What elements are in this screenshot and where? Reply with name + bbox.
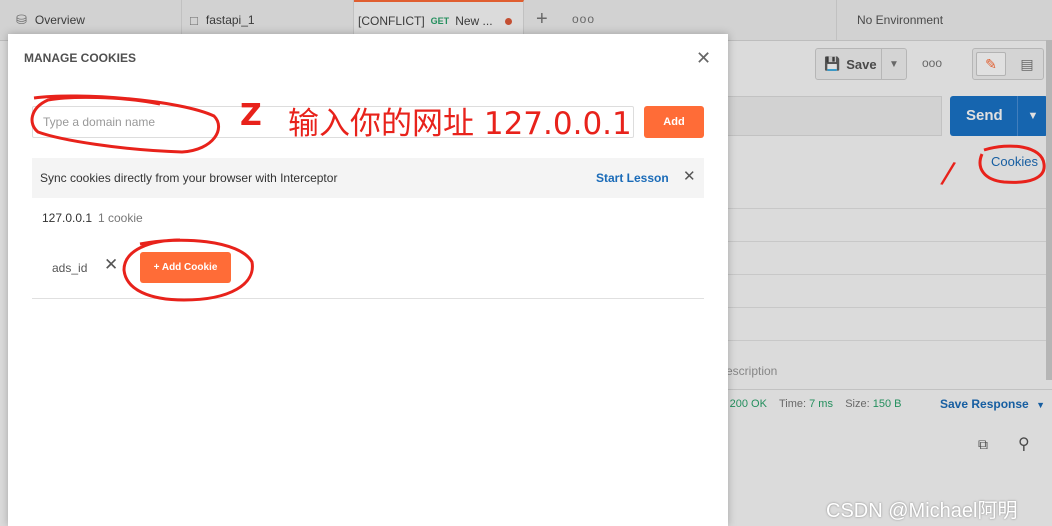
annotation-step2-text: 输入你的网址 127.0.0.1 [288, 106, 632, 142]
cookie-chip[interactable]: ads_id [52, 261, 87, 275]
add-domain-button[interactable]: Add [644, 106, 704, 138]
close-icon[interactable]: ✕ [683, 167, 696, 185]
close-icon[interactable]: ✕ [696, 48, 711, 69]
add-cookie-button[interactable]: + Add Cookie [140, 252, 231, 283]
divider [32, 298, 704, 299]
banner-text: Sync cookies directly from your browser … [40, 171, 338, 185]
watermark: CSDN @Michael阿明 [826, 500, 1018, 522]
start-lesson-link[interactable]: Start Lesson [596, 171, 669, 185]
cookie-domain[interactable]: 127.0.0.1 [42, 211, 92, 225]
annotation-step2-marker: Z [240, 98, 262, 133]
cookie-count: 1 cookie [98, 211, 143, 225]
interceptor-banner: Sync cookies directly from your browser … [32, 158, 704, 198]
remove-cookie-icon[interactable]: ✕ [104, 255, 118, 275]
modal-title: MANAGE COOKIES [24, 51, 137, 65]
